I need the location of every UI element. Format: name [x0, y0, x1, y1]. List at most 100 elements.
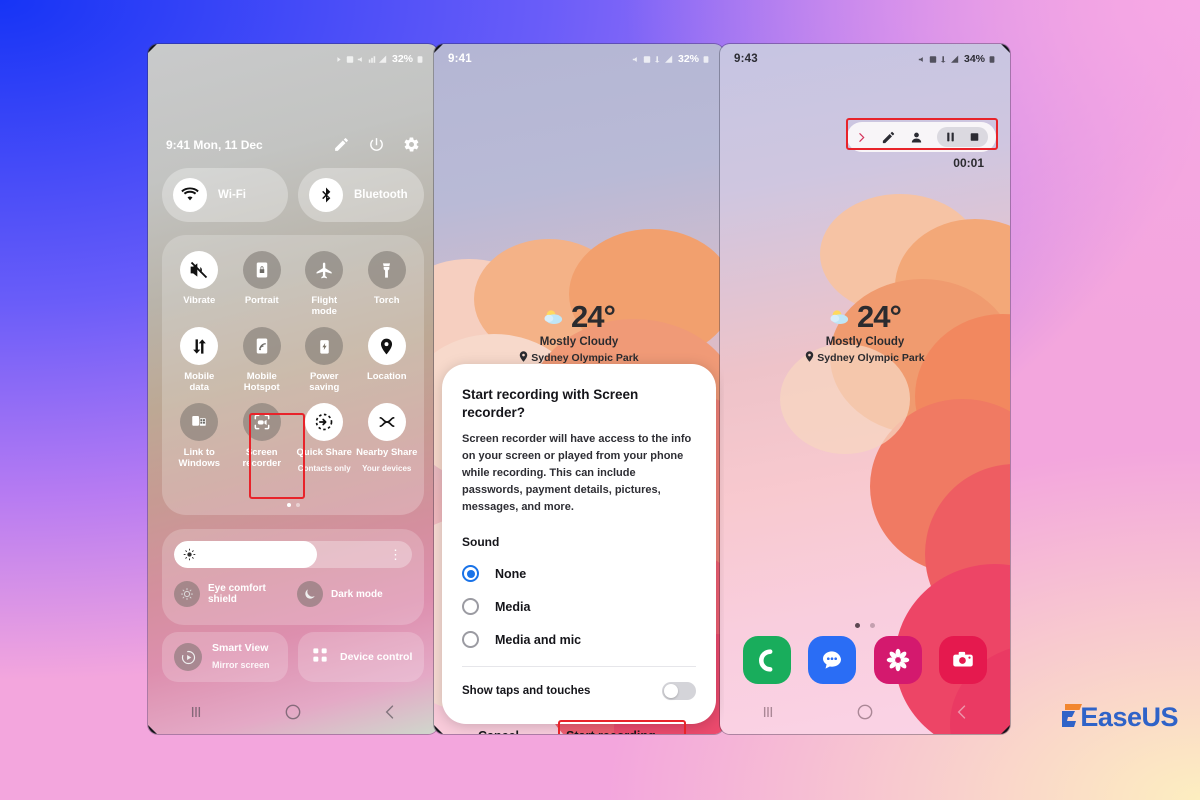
- toggle-eye-comfort-shield[interactable]: Eye comfort shield: [174, 581, 289, 607]
- tile-nearby-share-sub: Your devices: [362, 464, 412, 473]
- radio-label: Media and mic: [495, 632, 582, 647]
- tile-nearby-share[interactable]: Nearby Share Your devices: [356, 403, 419, 474]
- mute-status-icon: [357, 56, 362, 62]
- quick-share-icon: [305, 403, 344, 441]
- wifi-icon: [173, 178, 207, 212]
- expand-chevron-icon[interactable]: [855, 131, 868, 144]
- tile-torch[interactable]: Torch: [356, 251, 419, 317]
- power-icon[interactable]: [368, 136, 385, 153]
- phone-recording-active: 9:43 34% 00:01 24° Mostly Cloudy Sydney …: [720, 44, 1010, 734]
- tile-mobile-data-label: Mobile data: [184, 371, 215, 393]
- show-taps-toggle[interactable]: [662, 682, 696, 700]
- gallery-app-icon[interactable]: [873, 636, 922, 684]
- airplane-icon: [305, 251, 344, 289]
- signal-status-icon: [950, 55, 959, 63]
- battery-percent: 32%: [391, 53, 413, 65]
- battery-status-icon: [417, 55, 423, 63]
- vibrate-icon: [180, 251, 219, 289]
- recording-toolbar: [847, 122, 996, 152]
- alarm-status-icon: [929, 55, 937, 63]
- partly-cloudy-icon: [830, 310, 849, 324]
- home-icon[interactable]: [283, 702, 303, 722]
- smart-view-sub: Mirror screen: [212, 659, 270, 670]
- nearby-share-icon: [367, 403, 406, 441]
- cancel-button[interactable]: Cancel: [478, 729, 519, 734]
- wifi-status-icon: [378, 55, 387, 63]
- phone-screenshots-row: 9:41 32% 9:41 Mon, 11 Dec: [148, 44, 1010, 734]
- tile-portrait[interactable]: Portrait: [231, 251, 294, 317]
- tile-quick-share[interactable]: Quick Share Contacts only: [293, 403, 356, 474]
- tile-power-saving[interactable]: Power saving: [293, 327, 356, 393]
- dialog-title: Start recording with Screen recorder?: [462, 387, 639, 420]
- radio-button[interactable]: [462, 598, 479, 615]
- stop-icon[interactable]: [968, 130, 981, 144]
- person-icon[interactable]: [909, 130, 924, 145]
- alarm-status-icon: [346, 55, 354, 63]
- radio-button[interactable]: [462, 631, 479, 648]
- back-icon[interactable]: [380, 702, 400, 722]
- tile-nearby-share-label: Nearby Share: [356, 447, 418, 458]
- page-dot[interactable]: [870, 623, 875, 628]
- radio-option-media-and-mic[interactable]: Media and mic: [462, 631, 696, 648]
- dark-mode-label: Dark mode: [331, 588, 383, 600]
- tile-link-to-windows[interactable]: Link to Windows: [168, 403, 231, 474]
- pencil-icon[interactable]: [333, 136, 350, 153]
- phone-quick-settings: 9:41 32% 9:41 Mon, 11 Dec: [148, 44, 438, 734]
- weather-location: Sydney Olympic Park: [434, 351, 724, 364]
- gear-icon[interactable]: [403, 136, 420, 153]
- home-icon[interactable]: [855, 702, 875, 722]
- phone-app-icon[interactable]: [742, 636, 791, 684]
- location-pin-icon: [806, 351, 814, 362]
- pencil-icon[interactable]: [881, 130, 896, 145]
- smart-view-label: Smart View: [212, 641, 269, 654]
- camera-app-icon[interactable]: [939, 636, 988, 684]
- pause-icon[interactable]: [944, 130, 957, 144]
- screen-recorder-dialog: Start recording with Screen recorder? Sc…: [442, 364, 716, 734]
- back-icon[interactable]: [952, 702, 972, 722]
- quick-settings-header: 9:41 Mon, 11 Dec: [148, 136, 438, 153]
- page-dot[interactable]: [855, 623, 860, 628]
- navigation-bar: [720, 690, 1010, 734]
- tile-torch-label: Torch: [373, 295, 400, 306]
- tile-power-saving-label: Power saving: [309, 371, 340, 393]
- tile-bluetooth[interactable]: Bluetooth: [298, 168, 424, 222]
- tile-vibrate[interactable]: Vibrate: [168, 251, 231, 317]
- more-vertical-icon[interactable]: ⋮: [389, 548, 402, 561]
- weather-temperature: 24°: [571, 299, 616, 334]
- card-device-control[interactable]: Device control: [298, 632, 424, 682]
- alarm-status-icon: [643, 55, 651, 63]
- mobile-data-status-icon: [940, 55, 946, 63]
- messages-app-icon[interactable]: [808, 636, 857, 684]
- tile-wifi[interactable]: Wi-Fi: [162, 168, 288, 222]
- radio-option-none[interactable]: None: [462, 565, 696, 582]
- show-taps-row[interactable]: Show taps and touches: [462, 682, 696, 700]
- recents-icon[interactable]: [758, 702, 778, 722]
- flashlight-icon: [367, 251, 406, 289]
- card-smart-view[interactable]: Smart View Mirror screen: [162, 632, 288, 682]
- easeus-mark-icon: [1062, 700, 1083, 730]
- tile-mobile-hotspot[interactable]: Mobile Hotspot: [231, 327, 294, 393]
- weather-widget: 24° Mostly Cloudy Sydney Olympic Park: [434, 299, 724, 364]
- tile-mobile-data[interactable]: Mobile data: [168, 327, 231, 393]
- brightness-fill: [174, 541, 317, 568]
- toggle-dark-mode[interactable]: Dark mode: [297, 581, 412, 607]
- tile-location[interactable]: Location: [356, 327, 419, 393]
- app-dock: [720, 636, 1010, 684]
- recents-icon[interactable]: [186, 702, 206, 722]
- brightness-slider[interactable]: ⋮: [174, 541, 412, 568]
- weather-location-text: Sydney Olympic Park: [531, 352, 639, 364]
- status-bar: 9:41 32%: [434, 44, 724, 74]
- radio-option-media[interactable]: Media: [462, 598, 696, 615]
- radio-button[interactable]: [462, 565, 479, 582]
- quick-tiles-grid: Vibrate Portrait Flight mode Torch Mobil…: [162, 235, 424, 515]
- start-recording-button[interactable]: Start recording: [553, 722, 669, 734]
- tile-link-to-windows-label: Link to Windows: [178, 447, 221, 469]
- page-dot: [286, 503, 291, 507]
- status-bar: 9:41 32%: [148, 44, 438, 74]
- battery-status-icon: [703, 55, 709, 63]
- phone-recording-dialog: 9:41 32% 24° Mostly Cloudy Sydney Olympi…: [434, 44, 724, 734]
- tile-flight-mode[interactable]: Flight mode: [293, 251, 356, 317]
- bottom-cards: Smart View Mirror screen Device control: [162, 632, 424, 682]
- tile-screen-recorder[interactable]: Screen recorder: [231, 403, 294, 474]
- device-control-label: Device control: [340, 650, 413, 663]
